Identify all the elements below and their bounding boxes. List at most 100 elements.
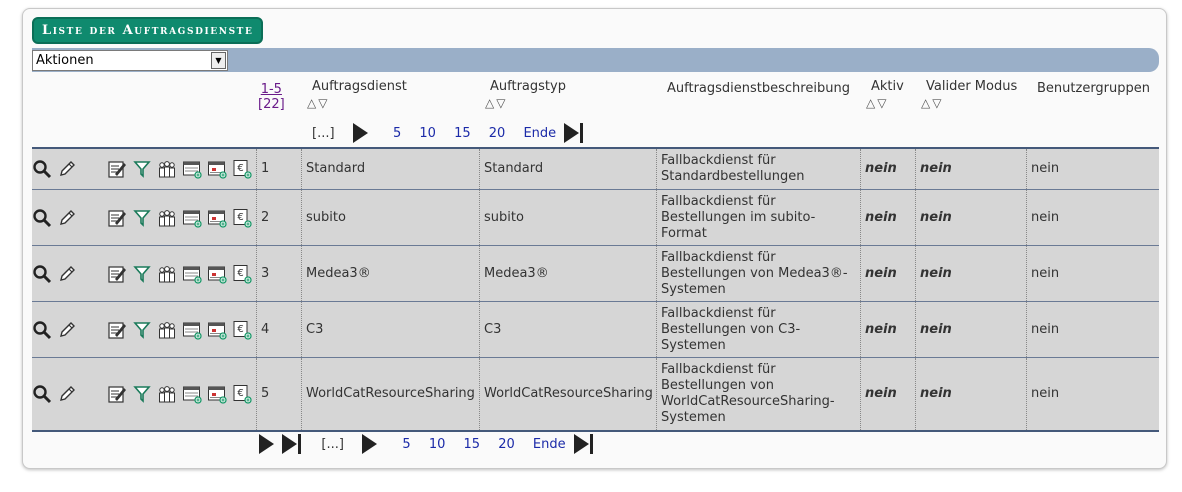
pager-end[interactable]: Ende — [523, 126, 556, 141]
user-group-icon[interactable] — [157, 159, 177, 179]
magnifier-icon[interactable] — [32, 208, 52, 228]
filter-icon[interactable] — [132, 264, 152, 284]
svg-text:€: € — [237, 388, 243, 399]
last-page-icon[interactable] — [564, 123, 580, 143]
chevron-down-icon[interactable]: ▼ — [211, 52, 226, 69]
row-actions: € — [32, 246, 257, 301]
filter-icon[interactable] — [132, 208, 152, 228]
calendar-date-icon[interactable] — [207, 159, 227, 179]
row-number: 1 — [257, 149, 302, 189]
svg-text:€: € — [237, 324, 243, 335]
cell-beschreibung: Fallbackdienst für Bestellungen von Worl… — [657, 358, 861, 430]
svg-text:€: € — [237, 163, 243, 174]
last-page-bar — [580, 123, 584, 143]
pencil-icon[interactable] — [57, 208, 77, 228]
user-group-icon[interactable] — [157, 208, 177, 228]
cell-benutzergruppen: nein — [1031, 209, 1060, 225]
cell-benutzergruppen: nein — [1031, 321, 1060, 337]
magnifier-icon[interactable] — [32, 264, 52, 284]
table-row: €3 Medea3® Medea3® Fallbackdienst für Beste… — [32, 246, 1159, 302]
table-row: €5 WorldCatResourceSharing WorldCatResourc… — [32, 358, 1159, 430]
cell-aktiv: nein — [861, 190, 916, 245]
pager-page-5[interactable]: 5 — [393, 126, 401, 141]
cell-beschreibung: Fallbackdienst für Bestellungen im subit… — [657, 190, 861, 245]
edit-list-icon[interactable] — [107, 264, 127, 284]
sort-arrows-aktiv[interactable]: △▽ — [866, 96, 888, 110]
header-aktiv: Aktiv — [871, 79, 904, 94]
currency-euro-icon[interactable]: € — [232, 320, 252, 340]
cell-auftragstyp: Standard — [480, 149, 657, 189]
cell-beschreibung: Fallbackdienst für Bestellungen von Mede… — [657, 246, 861, 301]
pager-page-20-bottom[interactable]: 20 — [498, 437, 515, 452]
pager-page-10-bottom[interactable]: 10 — [429, 437, 446, 452]
calendar-date-icon[interactable] — [207, 208, 227, 228]
skip-icon[interactable] — [282, 434, 298, 454]
cell-benutzergruppen: nein — [1031, 386, 1060, 401]
pager-page-20[interactable]: 20 — [489, 126, 506, 141]
calendar-add-icon[interactable] — [182, 384, 202, 404]
cell-aktiv: nein — [861, 358, 916, 430]
pager-page-5-bottom[interactable]: 5 — [402, 437, 410, 452]
edit-list-icon[interactable] — [107, 208, 127, 228]
services-table: €1 Standard Standard Fallbackdienst für Sta… — [32, 147, 1159, 432]
last-page-bar-bottom — [589, 434, 593, 454]
pager-page-15[interactable]: 15 — [454, 126, 471, 141]
calendar-date-icon[interactable] — [207, 264, 227, 284]
cell-auftragsdienst: Medea3® — [302, 246, 480, 301]
sort-arrows-dienst[interactable]: △▽ — [307, 96, 329, 110]
calendar-add-icon[interactable] — [182, 320, 202, 340]
pager-ellipsis-bottom[interactable]: [...] — [321, 437, 344, 452]
calendar-add-icon[interactable] — [182, 208, 202, 228]
edit-list-icon[interactable] — [107, 320, 127, 340]
last-page-icon-bottom[interactable] — [573, 434, 589, 454]
row-number: 3 — [257, 246, 302, 301]
next-page-icon[interactable] — [352, 123, 368, 143]
filter-icon[interactable] — [132, 384, 152, 404]
pager-page-10[interactable]: 10 — [419, 126, 436, 141]
table-row: €4 C3 C3 Fallbackdienst für Bestellungen vo… — [32, 302, 1159, 358]
cell-auftragsdienst: WorldCatResourceSharing — [302, 358, 480, 430]
pager-page-15-bottom[interactable]: 15 — [464, 437, 481, 452]
currency-euro-icon[interactable]: € — [232, 264, 252, 284]
currency-euro-icon[interactable]: € — [232, 384, 252, 404]
sort-arrows-valid[interactable]: △▽ — [921, 96, 943, 110]
range-link[interactable]: 1-5 — [258, 82, 285, 97]
filter-icon[interactable] — [132, 159, 152, 179]
cell-beschreibung: Fallbackdienst für Standardbestellungen — [657, 149, 861, 189]
cell-auftragstyp: Medea3® — [480, 246, 657, 301]
edit-list-icon[interactable] — [107, 384, 127, 404]
magnifier-icon[interactable] — [32, 320, 52, 340]
pencil-icon[interactable] — [57, 384, 77, 404]
calendar-date-icon[interactable] — [207, 320, 227, 340]
pencil-icon[interactable] — [57, 159, 77, 179]
actions-select[interactable]: Aktionen ▼ — [32, 50, 228, 71]
currency-euro-icon[interactable]: € — [232, 159, 252, 179]
prev-next-icon[interactable] — [259, 434, 274, 454]
magnifier-icon[interactable] — [32, 159, 52, 179]
calendar-add-icon[interactable] — [182, 264, 202, 284]
user-group-icon[interactable] — [157, 264, 177, 284]
cell-auftragsdienst: subito — [302, 190, 480, 245]
pencil-icon[interactable] — [57, 320, 77, 340]
user-group-icon[interactable] — [157, 384, 177, 404]
cell-benutzergruppen: nein — [1031, 265, 1060, 281]
pencil-icon[interactable] — [57, 264, 77, 284]
currency-euro-icon[interactable]: € — [232, 208, 252, 228]
cell-auftragstyp: WorldCatResourceSharing — [480, 358, 657, 430]
calendar-date-icon[interactable] — [207, 384, 227, 404]
pager-ellipsis[interactable]: [...] — [312, 126, 335, 141]
magnifier-icon[interactable] — [32, 384, 52, 404]
cell-auftragstyp: subito — [480, 190, 657, 245]
pager-end-bottom[interactable]: Ende — [533, 437, 566, 452]
user-group-icon[interactable] — [157, 320, 177, 340]
next-page-icon-bottom[interactable] — [362, 434, 378, 454]
cell-aktiv: nein — [861, 246, 916, 301]
row-number: 2 — [257, 190, 302, 245]
total-count: [22] — [258, 97, 285, 112]
header-benutzergruppen: Benutzergruppen — [1037, 81, 1151, 96]
cell-auftragsdienst: C3 — [302, 302, 480, 357]
edit-list-icon[interactable] — [107, 159, 127, 179]
filter-icon[interactable] — [132, 320, 152, 340]
sort-arrows-typ[interactable]: △▽ — [485, 96, 507, 110]
calendar-add-icon[interactable] — [182, 159, 202, 179]
